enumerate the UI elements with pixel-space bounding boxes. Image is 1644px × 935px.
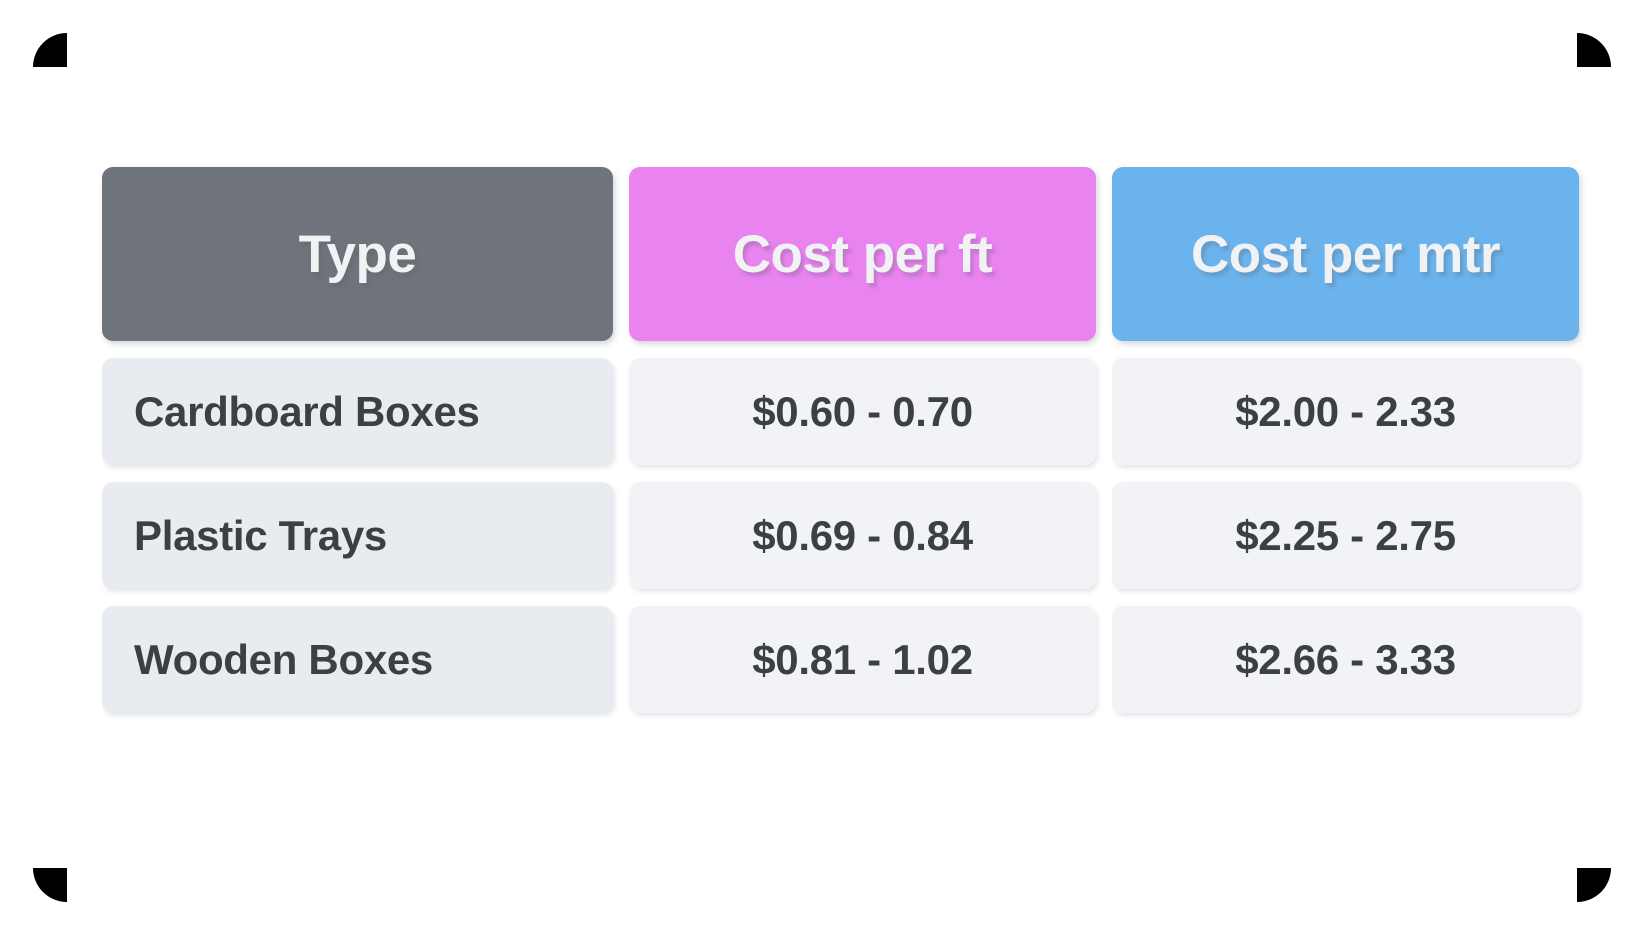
cell-cost-per-mtr-value: $2.66 - 3.33	[1235, 635, 1456, 683]
cell-type-label: Wooden Boxes	[134, 635, 433, 683]
pricing-table: Type Cost per ft Cost per mtr Cardboard …	[102, 167, 1580, 730]
cell-cost-per-ft: $0.81 - 1.02	[629, 606, 1096, 713]
cell-cost-per-ft-value: $0.60 - 0.70	[752, 387, 973, 435]
cell-cost-per-mtr-value: $2.00 - 2.33	[1235, 387, 1456, 435]
cell-cost-per-ft-value: $0.81 - 1.02	[752, 635, 973, 683]
cell-type: Plastic Trays	[102, 482, 613, 589]
cell-cost-per-ft: $0.69 - 0.84	[629, 482, 1096, 589]
column-header-cost-per-ft-label: Cost per ft	[732, 224, 993, 284]
table-header-row: Type Cost per ft Cost per mtr	[102, 167, 1580, 341]
column-gap	[613, 482, 629, 589]
column-gap	[613, 358, 629, 465]
cell-cost-per-mtr: $2.66 - 3.33	[1112, 606, 1579, 713]
column-gap	[1096, 606, 1112, 713]
cell-cost-per-ft-value: $0.69 - 0.84	[752, 511, 973, 559]
column-gap	[1096, 358, 1112, 465]
corner-mark-bottom-right	[1577, 868, 1611, 902]
column-gap	[1096, 167, 1112, 341]
corner-mark-top-right	[1577, 33, 1611, 67]
column-gap	[613, 606, 629, 713]
corner-mark-top-left	[33, 33, 67, 67]
table-row: Wooden Boxes $0.81 - 1.02 $2.66 - 3.33	[102, 606, 1580, 713]
table-row: Plastic Trays $0.69 - 0.84 $2.25 - 2.75	[102, 482, 1580, 589]
column-header-cost-per-ft: Cost per ft	[629, 167, 1096, 341]
column-gap	[1096, 482, 1112, 589]
column-header-type-label: Type	[298, 224, 417, 284]
column-header-cost-per-mtr-label: Cost per mtr	[1190, 224, 1501, 284]
cell-cost-per-mtr-value: $2.25 - 2.75	[1235, 511, 1456, 559]
cell-cost-per-ft: $0.60 - 0.70	[629, 358, 1096, 465]
column-header-type: Type	[102, 167, 613, 341]
column-header-cost-per-mtr: Cost per mtr	[1112, 167, 1579, 341]
cell-type-label: Plastic Trays	[134, 511, 387, 559]
cell-type: Cardboard Boxes	[102, 358, 613, 465]
cell-type: Wooden Boxes	[102, 606, 613, 713]
cell-type-label: Cardboard Boxes	[134, 387, 480, 435]
cell-cost-per-mtr: $2.00 - 2.33	[1112, 358, 1579, 465]
column-gap	[613, 167, 629, 341]
corner-mark-bottom-left	[33, 868, 67, 902]
table-row: Cardboard Boxes $0.60 - 0.70 $2.00 - 2.3…	[102, 358, 1580, 465]
cell-cost-per-mtr: $2.25 - 2.75	[1112, 482, 1579, 589]
